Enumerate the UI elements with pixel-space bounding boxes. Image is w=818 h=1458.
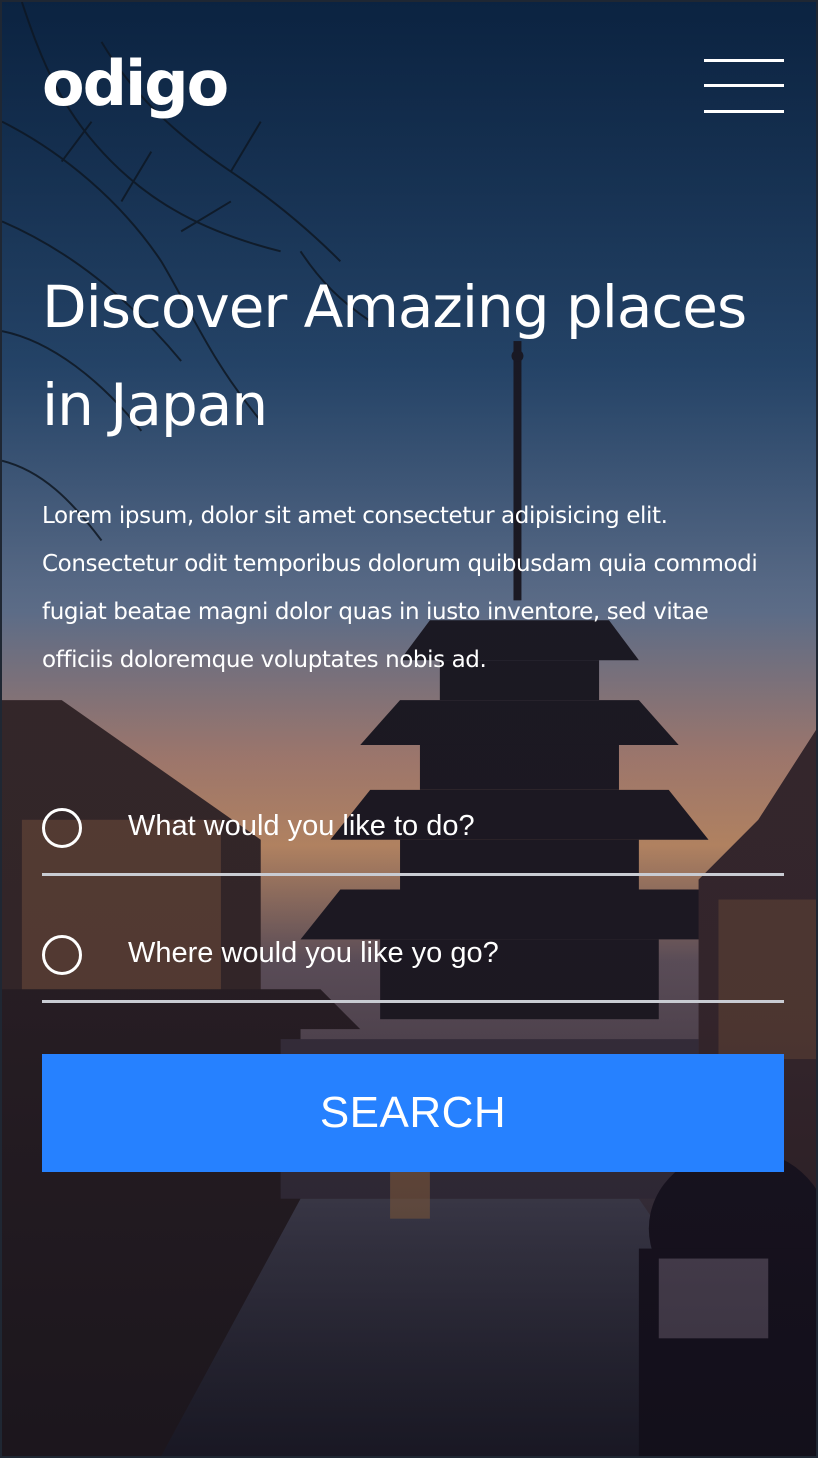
app-screen: odigo Discover Amazing places in Japan L…: [0, 0, 818, 1458]
destination-radio-icon[interactable]: [42, 935, 82, 975]
brand-logo[interactable]: odigo: [42, 48, 229, 120]
activity-radio-icon[interactable]: [42, 808, 82, 848]
menu-line: [704, 110, 784, 113]
hero-title: Discover Amazing places in Japan: [42, 273, 747, 439]
menu-line: [704, 84, 784, 87]
activity-input[interactable]: [128, 804, 768, 848]
hamburger-menu-icon[interactable]: [704, 56, 784, 118]
hero-section: odigo Discover Amazing places in Japan L…: [2, 2, 816, 1456]
destination-input[interactable]: [128, 931, 768, 975]
menu-line: [704, 59, 784, 62]
search-button[interactable]: SEARCH: [42, 1054, 784, 1172]
hero-description: Lorem ipsum, dolor sit amet consectetur …: [42, 503, 758, 673]
activity-field[interactable]: [42, 804, 784, 876]
destination-field[interactable]: [42, 931, 784, 1003]
